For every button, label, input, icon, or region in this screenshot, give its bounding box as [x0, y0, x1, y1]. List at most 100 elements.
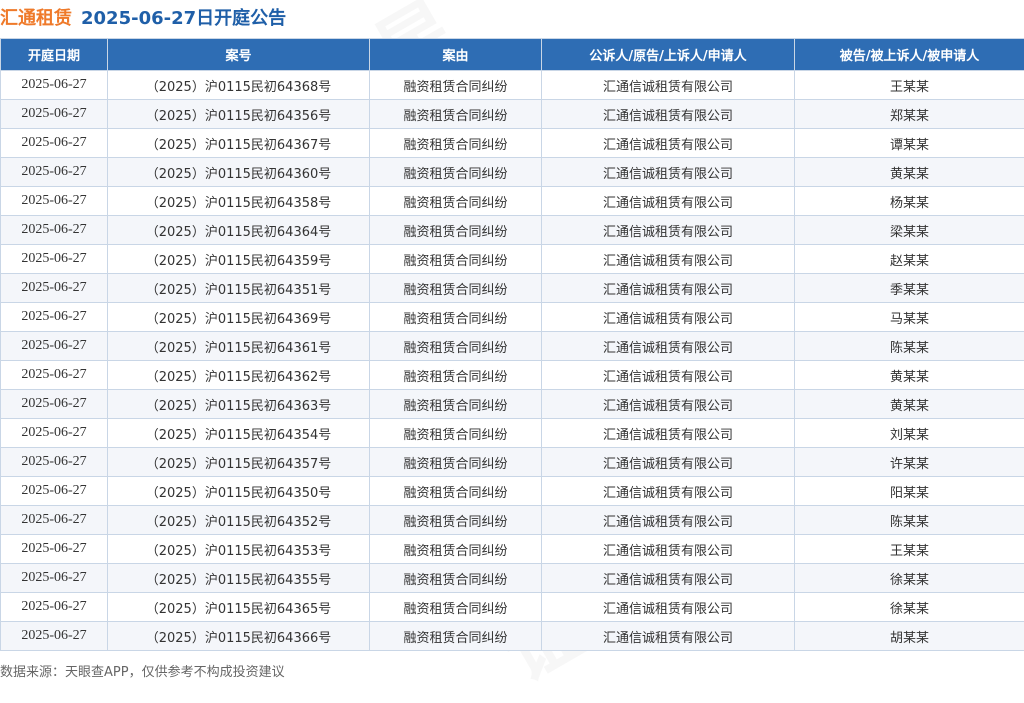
- case-number-cell: （2025）沪0115民初64362号: [108, 361, 370, 390]
- cause-cell: 融资租赁合同纠纷: [370, 477, 542, 506]
- defendant-cell: 黄某某: [795, 158, 1024, 187]
- cause-cell: 融资租赁合同纠纷: [370, 245, 542, 274]
- plaintiff-cell: 汇通信诚租赁有限公司: [542, 187, 795, 216]
- plaintiff-cell: 汇通信诚租赁有限公司: [542, 216, 795, 245]
- cause-cell: 融资租赁合同纠纷: [370, 129, 542, 158]
- column-header-defendant: 被告/被上诉人/被申请人: [795, 39, 1024, 71]
- plaintiff-cell: 汇通信诚租赁有限公司: [542, 506, 795, 535]
- column-header-case-number: 案号: [108, 39, 370, 71]
- cause-cell: 融资租赁合同纠纷: [370, 274, 542, 303]
- column-header-plaintiff: 公诉人/原告/上诉人/申请人: [542, 39, 795, 71]
- hearing-date-cell: 2025-06-27: [1, 332, 108, 361]
- hearing-date-cell: 2025-06-27: [1, 274, 108, 303]
- table-row: 2025-06-27（2025）沪0115民初64353号融资租赁合同纠纷汇通信…: [1, 535, 1024, 564]
- plaintiff-cell: 汇通信诚租赁有限公司: [542, 158, 795, 187]
- case-number-cell: （2025）沪0115民初64368号: [108, 71, 370, 100]
- defendant-cell: 杨某某: [795, 187, 1024, 216]
- defendant-cell: 梁某某: [795, 216, 1024, 245]
- case-number-cell: （2025）沪0115民初64369号: [108, 303, 370, 332]
- hearing-date-cell: 2025-06-27: [1, 506, 108, 535]
- case-number-cell: （2025）沪0115民初64363号: [108, 390, 370, 419]
- hearing-date-cell: 2025-06-27: [1, 100, 108, 129]
- column-header-cause: 案由: [370, 39, 542, 71]
- table-row: 2025-06-27（2025）沪0115民初64356号融资租赁合同纠纷汇通信…: [1, 100, 1024, 129]
- table-row: 2025-06-27（2025）沪0115民初64359号融资租赁合同纠纷汇通信…: [1, 245, 1024, 274]
- defendant-cell: 马某某: [795, 303, 1024, 332]
- case-number-cell: （2025）沪0115民初64361号: [108, 332, 370, 361]
- cause-cell: 融资租赁合同纠纷: [370, 71, 542, 100]
- case-number-cell: （2025）沪0115民初64360号: [108, 158, 370, 187]
- hearing-date-cell: 2025-06-27: [1, 158, 108, 187]
- hearing-date-cell: 2025-06-27: [1, 361, 108, 390]
- case-number-cell: （2025）沪0115民初64366号: [108, 622, 370, 651]
- plaintiff-cell: 汇通信诚租赁有限公司: [542, 332, 795, 361]
- plaintiff-cell: 汇通信诚租赁有限公司: [542, 100, 795, 129]
- table-row: 2025-06-27（2025）沪0115民初64352号融资租赁合同纠纷汇通信…: [1, 506, 1024, 535]
- plaintiff-cell: 汇通信诚租赁有限公司: [542, 361, 795, 390]
- table-row: 2025-06-27（2025）沪0115民初64361号融资租赁合同纠纷汇通信…: [1, 332, 1024, 361]
- table-row: 2025-06-27（2025）沪0115民初64357号融资租赁合同纠纷汇通信…: [1, 448, 1024, 477]
- cause-cell: 融资租赁合同纠纷: [370, 448, 542, 477]
- hearing-date-cell: 2025-06-27: [1, 216, 108, 245]
- case-number-cell: （2025）沪0115民初64352号: [108, 506, 370, 535]
- case-number-cell: （2025）沪0115民初64353号: [108, 535, 370, 564]
- case-number-cell: （2025）沪0115民初64364号: [108, 216, 370, 245]
- plaintiff-cell: 汇通信诚租赁有限公司: [542, 535, 795, 564]
- cause-cell: 融资租赁合同纠纷: [370, 187, 542, 216]
- case-number-cell: （2025）沪0115民初64367号: [108, 129, 370, 158]
- column-header-hearing-date: 开庭日期: [1, 39, 108, 71]
- hearing-date-cell: 2025-06-27: [1, 71, 108, 100]
- table-row: 2025-06-27（2025）沪0115民初64360号融资租赁合同纠纷汇通信…: [1, 158, 1024, 187]
- hearing-date-cell: 2025-06-27: [1, 187, 108, 216]
- cause-cell: 融资租赁合同纠纷: [370, 564, 542, 593]
- cause-cell: 融资租赁合同纠纷: [370, 216, 542, 245]
- company-name: 汇通租赁: [0, 4, 72, 30]
- hearing-date-cell: 2025-06-27: [1, 303, 108, 332]
- hearing-date-cell: 2025-06-27: [1, 535, 108, 564]
- plaintiff-cell: 汇通信诚租赁有限公司: [542, 564, 795, 593]
- cause-cell: 融资租赁合同纠纷: [370, 593, 542, 622]
- table-row: 2025-06-27（2025）沪0115民初64363号融资租赁合同纠纷汇通信…: [1, 390, 1024, 419]
- table-row: 2025-06-27（2025）沪0115民初64368号融资租赁合同纠纷汇通信…: [1, 71, 1024, 100]
- cause-cell: 融资租赁合同纠纷: [370, 100, 542, 129]
- defendant-cell: 阳某某: [795, 477, 1024, 506]
- cause-cell: 融资租赁合同纠纷: [370, 303, 542, 332]
- table-row: 2025-06-27（2025）沪0115民初64351号融资租赁合同纠纷汇通信…: [1, 274, 1024, 303]
- plaintiff-cell: 汇通信诚租赁有限公司: [542, 593, 795, 622]
- defendant-cell: 刘某某: [795, 419, 1024, 448]
- defendant-cell: 胡某某: [795, 622, 1024, 651]
- table-row: 2025-06-27（2025）沪0115民初64364号融资租赁合同纠纷汇通信…: [1, 216, 1024, 245]
- defendant-cell: 郑某某: [795, 100, 1024, 129]
- plaintiff-cell: 汇通信诚租赁有限公司: [542, 419, 795, 448]
- table-row: 2025-06-27（2025）沪0115民初64369号融资租赁合同纠纷汇通信…: [1, 303, 1024, 332]
- defendant-cell: 王某某: [795, 535, 1024, 564]
- defendant-cell: 徐某某: [795, 593, 1024, 622]
- announcement-date-title: 2025-06-27日开庭公告: [81, 4, 286, 30]
- defendant-cell: 黄某某: [795, 361, 1024, 390]
- hearing-date-cell: 2025-06-27: [1, 477, 108, 506]
- plaintiff-cell: 汇通信诚租赁有限公司: [542, 448, 795, 477]
- defendant-cell: 王某某: [795, 71, 1024, 100]
- table-row: 2025-06-27（2025）沪0115民初64366号融资租赁合同纠纷汇通信…: [1, 622, 1024, 651]
- table-row: 2025-06-27（2025）沪0115民初64367号融资租赁合同纠纷汇通信…: [1, 129, 1024, 158]
- data-source-note: 数据来源：天眼查APP，仅供参考不构成投资建议: [0, 661, 285, 680]
- case-number-cell: （2025）沪0115民初64357号: [108, 448, 370, 477]
- hearing-date-cell: 2025-06-27: [1, 622, 108, 651]
- table-row: 2025-06-27（2025）沪0115民初64362号融资租赁合同纠纷汇通信…: [1, 361, 1024, 390]
- table-row: 2025-06-27（2025）沪0115民初64355号融资租赁合同纠纷汇通信…: [1, 564, 1024, 593]
- defendant-cell: 许某某: [795, 448, 1024, 477]
- plaintiff-cell: 汇通信诚租赁有限公司: [542, 274, 795, 303]
- case-number-cell: （2025）沪0115民初64351号: [108, 274, 370, 303]
- plaintiff-cell: 汇通信诚租赁有限公司: [542, 303, 795, 332]
- plaintiff-cell: 汇通信诚租赁有限公司: [542, 390, 795, 419]
- cause-cell: 融资租赁合同纠纷: [370, 361, 542, 390]
- hearing-date-cell: 2025-06-27: [1, 448, 108, 477]
- defendant-cell: 陈某某: [795, 332, 1024, 361]
- hearing-date-cell: 2025-06-27: [1, 593, 108, 622]
- hearing-announcement-table: 开庭日期 案号 案由 公诉人/原告/上诉人/申请人 被告/被上诉人/被申请人 2…: [0, 38, 1024, 651]
- defendant-cell: 季某某: [795, 274, 1024, 303]
- cause-cell: 融资租赁合同纠纷: [370, 390, 542, 419]
- case-number-cell: （2025）沪0115民初64359号: [108, 245, 370, 274]
- case-number-cell: （2025）沪0115民初64365号: [108, 593, 370, 622]
- hearing-date-cell: 2025-06-27: [1, 390, 108, 419]
